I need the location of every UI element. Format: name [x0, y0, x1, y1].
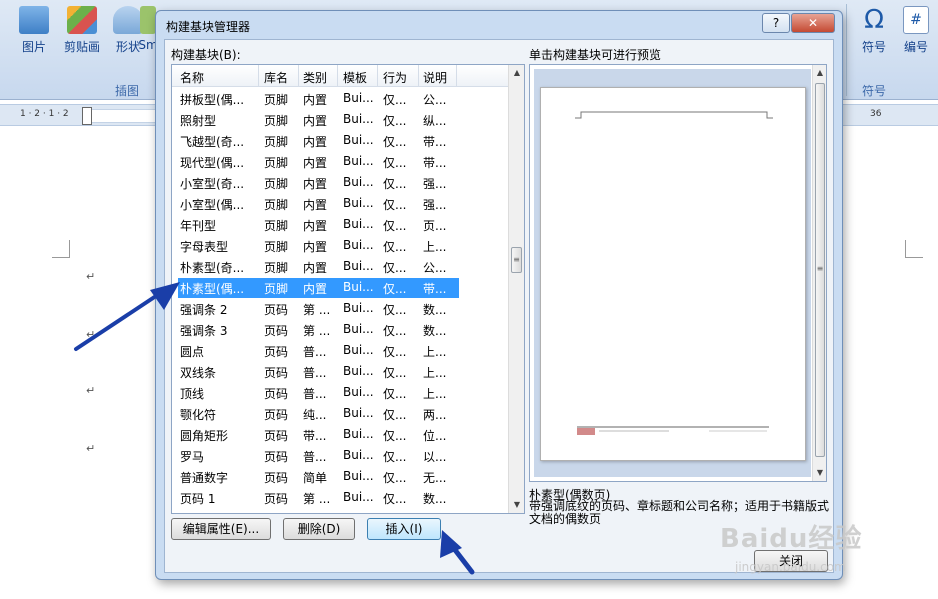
- watermark-url: jingyan.baidu.com: [735, 560, 846, 574]
- pointer-arrow-list: [74, 294, 158, 351]
- screen: 图片 剪贴画 形状 Sm 插图 Ω 符号 # 编号 符号 1 · 2 · 1 ·…: [0, 0, 938, 599]
- watermark-logo: Baidu经验: [720, 524, 863, 554]
- annotation-arrows: [74, 282, 475, 575]
- pointer-arrowhead-list: [150, 282, 180, 310]
